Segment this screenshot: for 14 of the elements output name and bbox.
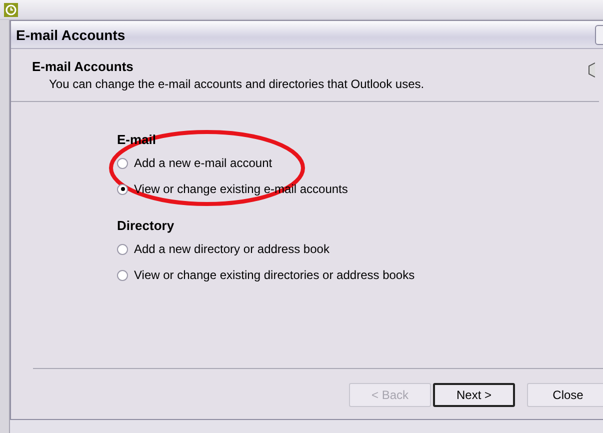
radio-label[interactable]: View or change existing directories or address books [134,268,415,282]
radio-button[interactable] [117,184,128,194]
group-label: Directory [117,218,176,235]
radio-label[interactable]: Add a new directory or address book [134,242,330,256]
radio-label[interactable]: Add a new e-mail account [134,156,272,170]
window-title: E-mail Accounts [16,26,126,42]
radio-button[interactable] [117,244,128,254]
radio-button[interactable] [117,158,128,168]
header-title: E-mail Accounts [32,59,134,74]
dialog-button[interactable]: Close [527,383,603,407]
app-icon [4,2,18,16]
header-subtitle: You can change the e-mail accounts and directories that Outlook uses. [48,77,424,91]
dialog-button[interactable]: Next > [433,383,515,407]
radio-button[interactable] [117,270,128,280]
